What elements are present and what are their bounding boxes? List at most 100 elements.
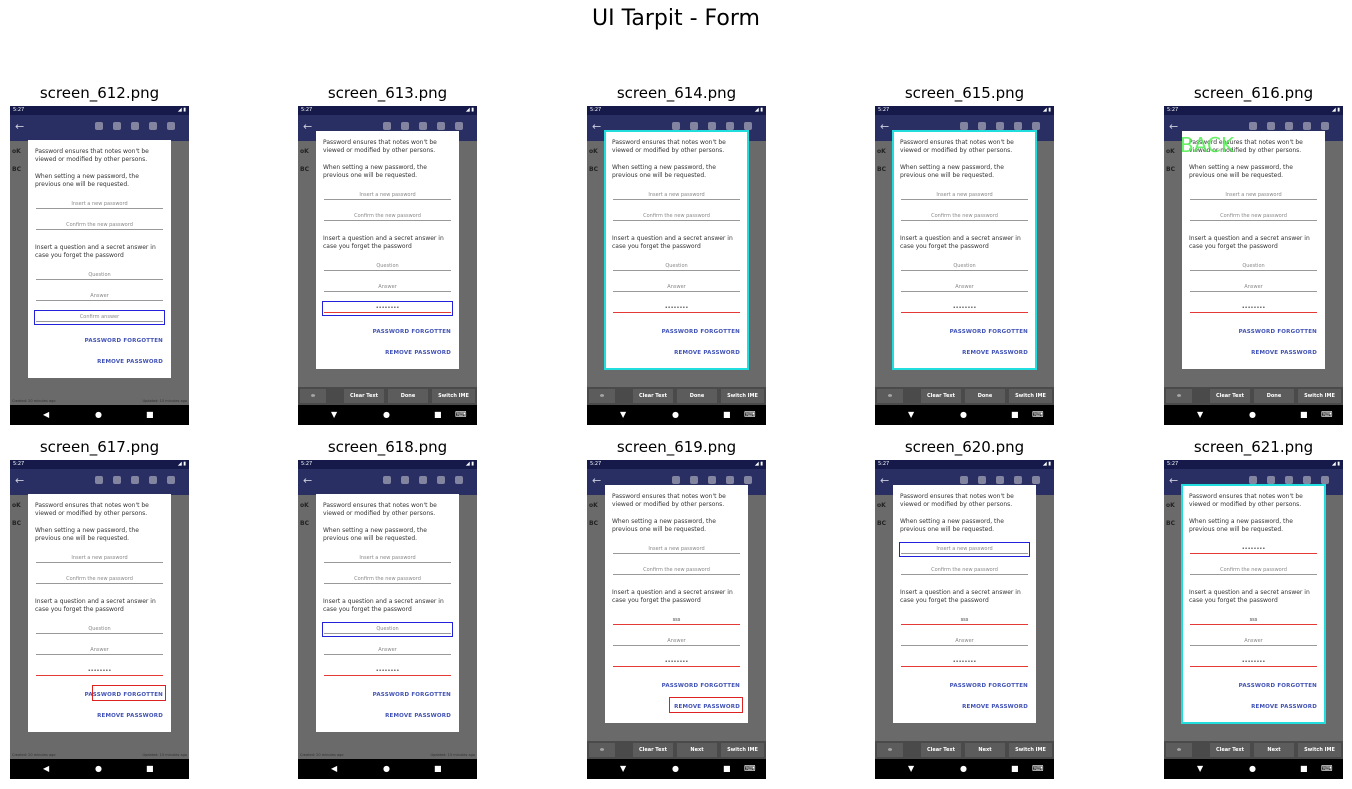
hide-keyboard-icon[interactable]: ▼: [620, 410, 626, 419]
new-password-field[interactable]: Insert a new password: [324, 191, 451, 200]
keyboard-icon[interactable]: ⌨: [455, 410, 467, 419]
password-forgotten-button[interactable]: PASSWORD FORGOTTEN: [662, 683, 740, 689]
hide-keyboard-icon[interactable]: ▼: [908, 410, 914, 419]
hide-keyboard-icon[interactable]: ▼: [1197, 410, 1203, 419]
tag-icon[interactable]: [996, 476, 1004, 484]
recents-icon[interactable]: ■: [723, 410, 731, 419]
link-icon[interactable]: [383, 122, 391, 130]
next-key[interactable]: Next: [1254, 743, 1294, 757]
link-icon[interactable]: [960, 476, 968, 484]
keyboard-icon[interactable]: ⌨: [1032, 410, 1044, 419]
clear-text-key[interactable]: Clear Text: [921, 743, 961, 757]
confirm-password-field[interactable]: Confirm the new password: [36, 221, 163, 230]
more-icon[interactable]: [167, 476, 175, 484]
keyboard-icon[interactable]: ⌨: [744, 764, 756, 773]
folder-icon[interactable]: [978, 476, 986, 484]
new-password-field[interactable]: Insert a new password: [36, 200, 163, 209]
clear-text-key[interactable]: Clear Text: [633, 389, 673, 403]
question-field[interactable]: Question: [36, 271, 163, 280]
clear-text-key[interactable]: Clear Text: [1210, 389, 1250, 403]
share-icon[interactable]: [1303, 476, 1311, 484]
recents-icon[interactable]: ■: [146, 764, 154, 773]
infinity-key[interactable]: ∞: [877, 743, 903, 757]
answer-field[interactable]: Answer: [324, 283, 451, 292]
keyboard-icon[interactable]: ⌨: [1032, 764, 1044, 773]
infinity-key[interactable]: ∞: [877, 389, 903, 403]
back-arrow-icon[interactable]: ←: [880, 120, 889, 133]
answer-field[interactable]: Answer: [1190, 283, 1317, 292]
clear-text-key[interactable]: Clear Text: [1210, 743, 1250, 757]
confirm-password-field[interactable]: Confirm the new password: [324, 575, 451, 584]
tag-icon[interactable]: [996, 122, 1004, 130]
confirm-password-field[interactable]: Confirm the new password: [1190, 212, 1317, 221]
tag-icon[interactable]: [419, 122, 427, 130]
confirm-answer-field[interactable]: ••••••••: [324, 667, 451, 676]
password-forgotten-button[interactable]: PASSWORD FORGOTTEN: [373, 329, 451, 335]
recents-icon[interactable]: ■: [1011, 764, 1019, 773]
clear-text-key[interactable]: Clear Text: [344, 389, 384, 403]
home-icon[interactable]: ●: [383, 410, 390, 419]
hide-keyboard-icon[interactable]: ▼: [331, 410, 337, 419]
link-icon[interactable]: [1249, 122, 1257, 130]
more-icon[interactable]: [1032, 122, 1040, 130]
back-arrow-icon[interactable]: ←: [15, 120, 24, 133]
hide-keyboard-icon[interactable]: ▼: [1197, 764, 1203, 773]
next-key[interactable]: Next: [677, 743, 717, 757]
recents-icon[interactable]: ■: [434, 764, 442, 773]
tag-icon[interactable]: [1285, 476, 1293, 484]
folder-icon[interactable]: [113, 476, 121, 484]
more-icon[interactable]: [744, 122, 752, 130]
folder-icon[interactable]: [401, 476, 409, 484]
folder-icon[interactable]: [113, 122, 121, 130]
folder-icon[interactable]: [401, 122, 409, 130]
back-nav-icon[interactable]: ◀: [43, 764, 49, 773]
keyboard-icon[interactable]: ⌨: [1321, 410, 1333, 419]
switch-ime-key[interactable]: Switch IME: [432, 389, 475, 403]
done-key[interactable]: Done: [677, 389, 717, 403]
confirm-answer-field[interactable]: ••••••••: [901, 658, 1028, 667]
answer-field[interactable]: Answer: [324, 646, 451, 655]
recents-icon[interactable]: ■: [1300, 764, 1308, 773]
back-arrow-icon[interactable]: ←: [303, 120, 312, 133]
confirm-answer-field[interactable]: ••••••••: [36, 667, 163, 676]
home-icon[interactable]: ●: [960, 410, 967, 419]
home-icon[interactable]: ●: [672, 410, 679, 419]
remove-password-button[interactable]: REMOVE PASSWORD: [1251, 350, 1317, 356]
more-icon[interactable]: [167, 122, 175, 130]
link-icon[interactable]: [1249, 476, 1257, 484]
more-icon[interactable]: [744, 476, 752, 484]
link-icon[interactable]: [383, 476, 391, 484]
folder-icon[interactable]: [690, 122, 698, 130]
password-forgotten-button[interactable]: PASSWORD FORGOTTEN: [373, 692, 451, 698]
tag-icon[interactable]: [1285, 122, 1293, 130]
keyboard-icon[interactable]: ⌨: [744, 410, 756, 419]
share-icon[interactable]: [149, 122, 157, 130]
tag-icon[interactable]: [708, 476, 716, 484]
question-field[interactable]: Question: [1190, 262, 1317, 271]
more-icon[interactable]: [1321, 476, 1329, 484]
more-icon[interactable]: [455, 476, 463, 484]
answer-field[interactable]: Answer: [36, 646, 163, 655]
confirm-password-field[interactable]: Confirm the new password: [324, 212, 451, 221]
folder-icon[interactable]: [978, 122, 986, 130]
link-icon[interactable]: [672, 476, 680, 484]
back-arrow-icon[interactable]: ←: [592, 120, 601, 133]
switch-ime-key[interactable]: Switch IME: [721, 743, 764, 757]
next-key[interactable]: Next: [965, 743, 1005, 757]
back-arrow-icon[interactable]: ←: [303, 474, 312, 487]
question-field[interactable]: Question: [324, 262, 451, 271]
password-forgotten-button[interactable]: PASSWORD FORGOTTEN: [85, 338, 163, 344]
tag-icon[interactable]: [419, 476, 427, 484]
back-nav-icon[interactable]: ◀: [43, 410, 49, 419]
share-icon[interactable]: [1014, 122, 1022, 130]
back-nav-icon[interactable]: ◀: [331, 764, 337, 773]
infinity-key[interactable]: ∞: [1166, 743, 1192, 757]
recents-icon[interactable]: ■: [146, 410, 154, 419]
link-icon[interactable]: [95, 476, 103, 484]
recents-icon[interactable]: ■: [1300, 410, 1308, 419]
answer-field[interactable]: Answer: [36, 292, 163, 301]
done-key[interactable]: Done: [965, 389, 1005, 403]
infinity-key[interactable]: ∞: [589, 389, 615, 403]
remove-password-button[interactable]: REMOVE PASSWORD: [962, 704, 1028, 710]
confirm-password-field[interactable]: Confirm the new password: [36, 575, 163, 584]
